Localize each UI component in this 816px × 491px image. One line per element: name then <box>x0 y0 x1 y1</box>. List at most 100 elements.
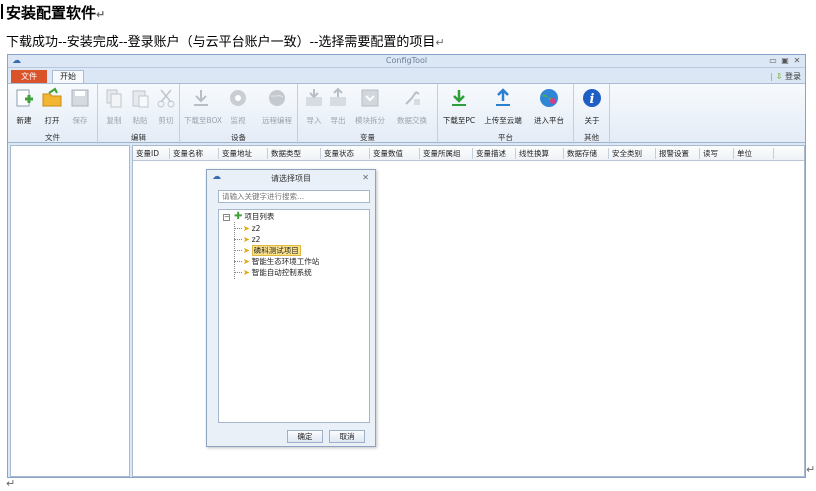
minimize-button[interactable]: ▭ <box>768 56 778 65</box>
group-other-label: 其他 <box>584 133 599 142</box>
ribbon-tabs: 文件 开始 | ⇩ 登录 <box>8 69 805 83</box>
arrow-icon: ➤ <box>243 246 250 255</box>
group-other: i 关于 其他 <box>574 84 610 144</box>
cut-button[interactable]: 剪切 <box>152 87 180 131</box>
cancel-button[interactable]: 取消 <box>329 430 365 443</box>
download-icon <box>194 90 208 106</box>
grid-header: 变量ID 变量名称 变量地址 数据类型 变量状态 变量数值 变量所属组 变量描述… <box>133 146 804 161</box>
paste-button[interactable]: 粘贴 <box>126 87 154 131</box>
col-header[interactable]: 变量数值 <box>369 148 403 159</box>
export-icon <box>330 87 346 106</box>
group-edit: 复制 粘贴 剪切 编辑 <box>98 84 180 144</box>
save-button[interactable]: 保存 <box>66 87 94 131</box>
open-button[interactable]: 打开 <box>38 87 66 131</box>
export-button[interactable]: 导出 <box>324 87 352 131</box>
dialog-close-button[interactable]: ✕ <box>362 173 369 182</box>
tree-root[interactable]: ✚ 项目列表 <box>234 211 274 222</box>
download-box-button[interactable]: 下载至BOX <box>184 87 223 131</box>
arrow-icon: ➤ <box>243 235 250 244</box>
remote-program-button[interactable]: 远程编程 <box>260 87 294 131</box>
enter-platform-label: 进入平台 <box>534 116 564 125</box>
tree-item[interactable]: ➤ 智能生态环境工作站 <box>243 256 319 267</box>
group-file-label: 文件 <box>45 133 60 142</box>
ribbon: 新建 打开 保存 文件 复制 粘贴 剪切 编辑 下载至BOX 监视 远程编程 设… <box>8 83 805 144</box>
about-button[interactable]: i 关于 <box>578 87 606 131</box>
group-device: 下载至BOX 监视 远程编程 设备 <box>180 84 298 144</box>
import-icon <box>306 89 322 106</box>
tree-connector <box>234 239 242 240</box>
col-header[interactable]: 变量地址 <box>218 148 252 159</box>
col-header[interactable]: 数据类型 <box>267 148 301 159</box>
col-header[interactable]: 变量所属组 <box>419 148 461 159</box>
doc-heading: 安装配置软件↵ <box>0 4 106 22</box>
group-edit-label: 编辑 <box>131 133 146 142</box>
copy-button[interactable]: 复制 <box>100 87 128 131</box>
enter-platform-button[interactable]: 进入平台 <box>530 87 568 131</box>
project-tree: − ✚ 项目列表 ➤ z2 ➤ z2 ➤ 磷科测试项目 ➤ 智能生态环境工作站 ➤ 智能自动… <box>218 209 370 423</box>
col-header[interactable]: 读写 <box>699 148 718 159</box>
save-label: 保存 <box>72 116 88 125</box>
arrow-icon: ➤ <box>243 257 250 266</box>
exchange-icon <box>405 91 420 105</box>
module-split-button[interactable]: 模块拆分 <box>352 87 388 131</box>
paragraph-mark: ↵ <box>6 477 16 490</box>
project-tree-pane[interactable] <box>10 145 130 477</box>
tree-root-label: 项目列表 <box>244 212 275 221</box>
project-search-input[interactable] <box>218 190 370 203</box>
close-button[interactable]: ✕ <box>792 56 802 65</box>
new-label: 新建 <box>16 116 32 125</box>
monitor-button[interactable]: 监视 <box>224 87 252 131</box>
copy-label: 复制 <box>106 116 122 125</box>
upload-cloud-button[interactable]: 上传至云端 <box>482 87 524 131</box>
module-icon <box>361 89 379 107</box>
plus-icon: ✚ <box>234 211 243 222</box>
window-title: ConfigTool <box>385 56 428 65</box>
col-header[interactable]: 变量描述 <box>472 148 506 159</box>
tree-item[interactable]: ➤ 智能自动控制系统 <box>243 267 312 278</box>
eye-icon <box>230 90 246 106</box>
collapse-toggle[interactable]: − <box>223 214 230 221</box>
doc-subheading: 下载成功--安装完成--登录账户（与云平台账户一致）--选择需要配置的项目↵ <box>6 35 445 50</box>
col-header[interactable]: 线性换算 <box>515 148 549 159</box>
tree-item-selected[interactable]: ➤ 磷科测试项目 <box>243 245 301 256</box>
tab-start[interactable]: 开始 <box>52 70 84 83</box>
folder-icon <box>42 87 62 107</box>
arrow-icon: ➤ <box>243 224 250 233</box>
info-icon: i <box>583 89 601 107</box>
module-split-label: 模块拆分 <box>355 116 385 125</box>
dialog-title: 请选择项目 <box>271 174 311 183</box>
new-button[interactable]: 新建 <box>10 87 38 131</box>
upload-icon <box>496 88 510 106</box>
tree-item[interactable]: ➤ z2 <box>243 234 260 245</box>
paragraph-mark: ↵ <box>806 463 816 476</box>
ok-button[interactable]: 确定 <box>287 430 323 443</box>
globe-icon <box>269 90 285 106</box>
tree-item[interactable]: ➤ z2 <box>243 223 260 234</box>
login-icon: ⇩ <box>775 72 783 81</box>
remote-program-label: 远程编程 <box>262 116 292 125</box>
monitor-label: 监视 <box>230 116 246 125</box>
data-exchange-button[interactable]: 数据交换 <box>394 87 430 131</box>
col-header[interactable]: 变量ID <box>133 148 159 159</box>
col-header[interactable]: 变量状态 <box>320 148 354 159</box>
group-platform: 下载至PC 上传至云端 进入平台 平台 <box>438 84 574 144</box>
download-pc-button[interactable]: 下载至PC <box>442 87 476 131</box>
group-variable-label: 变量 <box>360 133 375 142</box>
group-file: 新建 打开 保存 文件 <box>8 84 98 144</box>
tree-connector <box>234 228 242 229</box>
download-box-label: 下载至BOX <box>184 116 223 125</box>
col-header[interactable]: 变量名称 <box>169 148 203 159</box>
col-header[interactable]: 报警设置 <box>655 148 689 159</box>
tab-file[interactable]: 文件 <box>11 70 47 83</box>
login-button[interactable]: | ⇩ 登录 <box>770 71 801 82</box>
col-header[interactable]: 安全类别 <box>608 148 642 159</box>
maximize-button[interactable]: ▣ <box>780 56 790 65</box>
login-label: 登录 <box>785 72 801 81</box>
cut-label: 剪切 <box>158 116 174 125</box>
title-bar: ☁ ConfigTool ▭ ▣ ✕ <box>8 55 805 68</box>
col-header[interactable]: 数据存储 <box>563 148 597 159</box>
tree-connector <box>234 272 242 273</box>
data-exchange-label: 数据交换 <box>397 116 427 125</box>
col-header[interactable]: 单位 <box>733 148 752 159</box>
download-pc-label: 下载至PC <box>442 116 476 125</box>
